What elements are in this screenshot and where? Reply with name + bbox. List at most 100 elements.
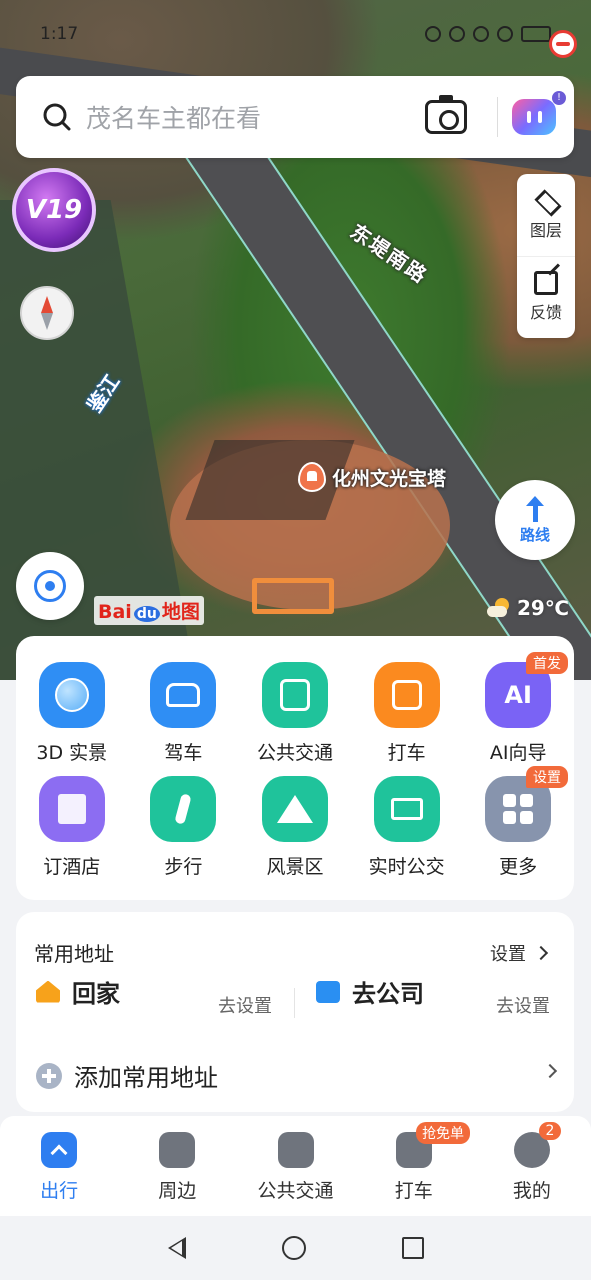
address-divider bbox=[294, 988, 295, 1018]
address-settings-link[interactable]: 设置 bbox=[490, 940, 546, 966]
action-transit[interactable]: 公共交通 bbox=[239, 662, 351, 776]
bus-icon bbox=[261, 662, 328, 728]
status-bar: 1:17 bbox=[40, 22, 551, 46]
poi-pin-icon bbox=[298, 462, 326, 492]
system-nav-bar bbox=[0, 1216, 591, 1280]
wifi-icon bbox=[497, 26, 513, 42]
layers-icon bbox=[532, 189, 560, 213]
tab-label: 我的 bbox=[512, 1180, 551, 1202]
add-address-label: 添加常用地址 bbox=[74, 1064, 218, 1092]
status-time: 1:17 bbox=[40, 24, 79, 44]
poi-label: 化州文光宝塔 bbox=[332, 467, 447, 490]
home-icon bbox=[36, 980, 60, 1003]
action-label: 订酒店 bbox=[43, 856, 101, 878]
home-set-link[interactable]: 去设置 bbox=[218, 992, 272, 1018]
tab-label: 周边 bbox=[158, 1180, 197, 1202]
bottom-nav: 出行 周边 公共交通 抢免单 打车 2 我的 bbox=[0, 1116, 591, 1216]
camera-icon[interactable] bbox=[425, 95, 467, 134]
feedback-button[interactable]: 反馈 bbox=[517, 255, 575, 339]
compass-icon[interactable] bbox=[20, 286, 74, 340]
action-label: 驾车 bbox=[164, 742, 203, 764]
hotel-icon bbox=[38, 776, 105, 842]
action-realtime-bus[interactable]: 实时公交 bbox=[351, 776, 463, 890]
feedback-label: 反馈 bbox=[529, 303, 562, 323]
nearby-icon bbox=[159, 1132, 196, 1168]
tab-profile[interactable]: 2 我的 bbox=[473, 1116, 591, 1216]
globe-icon bbox=[38, 662, 105, 728]
action-walk[interactable]: 步行 bbox=[128, 776, 240, 890]
partly-cloudy-icon bbox=[486, 598, 511, 618]
weather-widget[interactable]: 29℃ bbox=[486, 596, 569, 620]
tab-transit[interactable]: 公共交通 bbox=[236, 1116, 354, 1216]
assistant-icon[interactable]: ! bbox=[512, 91, 566, 135]
layers-label: 图层 bbox=[529, 220, 562, 240]
poi-marker[interactable]: 化州文光宝塔 bbox=[298, 462, 446, 492]
tab-nearby[interactable]: 周边 bbox=[118, 1116, 236, 1216]
minimize-icon[interactable] bbox=[549, 30, 577, 58]
taxi-icon bbox=[373, 662, 440, 728]
tab-label: 出行 bbox=[40, 1180, 79, 1202]
tab-label: 打车 bbox=[394, 1180, 433, 1202]
action-drive[interactable]: 驾车 bbox=[128, 662, 240, 776]
action-taxi[interactable]: 打车 bbox=[351, 662, 463, 776]
travel-icon bbox=[41, 1132, 78, 1168]
notification-badge: 2 bbox=[539, 1122, 561, 1140]
map-side-panel: 图层 反馈 bbox=[517, 174, 575, 338]
action-more[interactable]: 设置 更多 bbox=[462, 766, 574, 890]
route-label: 路线 bbox=[519, 525, 550, 544]
locate-icon bbox=[34, 570, 66, 602]
action-label: 风景区 bbox=[266, 856, 324, 878]
tab-label: 公共交通 bbox=[257, 1180, 334, 1202]
action-label: 更多 bbox=[499, 856, 538, 878]
status-icons bbox=[425, 26, 551, 42]
work-address[interactable]: 去公司 bbox=[316, 974, 424, 1009]
route-button[interactable]: 路线 bbox=[495, 480, 575, 560]
back-icon[interactable] bbox=[167, 1237, 186, 1259]
action-ai-guide[interactable]: AI 首发 AI向导 bbox=[462, 652, 574, 776]
nfc-icon bbox=[425, 26, 441, 42]
temperature: 29℃ bbox=[516, 596, 569, 620]
settings-badge: 设置 bbox=[525, 766, 568, 788]
search-icon bbox=[43, 103, 71, 131]
briefcase-icon bbox=[316, 980, 340, 1003]
action-label: 步行 bbox=[164, 856, 203, 878]
battery-icon bbox=[521, 26, 551, 42]
action-label: AI向导 bbox=[489, 742, 547, 764]
home-circle-icon[interactable] bbox=[281, 1236, 306, 1260]
work-label: 去公司 bbox=[352, 980, 424, 1008]
search-input[interactable]: 茂名车主都在看 bbox=[86, 99, 425, 135]
plus-icon bbox=[36, 1062, 62, 1089]
edit-icon bbox=[534, 271, 558, 296]
action-hotel[interactable]: 订酒店 bbox=[16, 776, 128, 890]
action-label: 3D 实景 bbox=[36, 742, 108, 764]
add-address-row[interactable]: 添加常用地址 bbox=[36, 1058, 218, 1093]
action-label: 实时公交 bbox=[368, 856, 445, 878]
tab-taxi[interactable]: 抢免单 打车 bbox=[355, 1116, 473, 1216]
free-ride-badge: 抢免单 bbox=[416, 1122, 471, 1144]
new-badge: 首发 bbox=[525, 652, 568, 674]
action-3d[interactable]: 3D 实景 bbox=[16, 662, 128, 776]
address-title: 常用地址 bbox=[34, 942, 114, 966]
bus-icon bbox=[277, 1132, 314, 1168]
recent-apps-icon[interactable] bbox=[401, 1237, 424, 1259]
scenic-icon bbox=[261, 776, 328, 842]
work-set-link[interactable]: 去设置 bbox=[496, 992, 550, 1018]
bus-stop-icon bbox=[373, 776, 440, 842]
layers-button[interactable]: 图层 bbox=[517, 174, 575, 256]
locate-button[interactable] bbox=[16, 552, 84, 620]
highlight-box bbox=[252, 578, 334, 614]
search-divider bbox=[497, 97, 498, 137]
route-arrow-icon bbox=[524, 495, 546, 522]
action-label: 公共交通 bbox=[256, 742, 333, 764]
tab-travel[interactable]: 出行 bbox=[0, 1116, 118, 1216]
baidu-map-logo: Bai du 地图 bbox=[94, 596, 204, 625]
vip-badge[interactable]: V19 bbox=[12, 168, 96, 252]
action-scenic[interactable]: 风景区 bbox=[239, 776, 351, 890]
home-label: 回家 bbox=[72, 980, 120, 1008]
home-address[interactable]: 回家 bbox=[36, 974, 120, 1009]
bluetooth-icon bbox=[449, 26, 465, 42]
action-label: 打车 bbox=[387, 742, 426, 764]
car-icon bbox=[150, 662, 217, 728]
search-bar[interactable]: 茂名车主都在看 ! bbox=[16, 76, 574, 158]
location-icon bbox=[473, 26, 489, 42]
